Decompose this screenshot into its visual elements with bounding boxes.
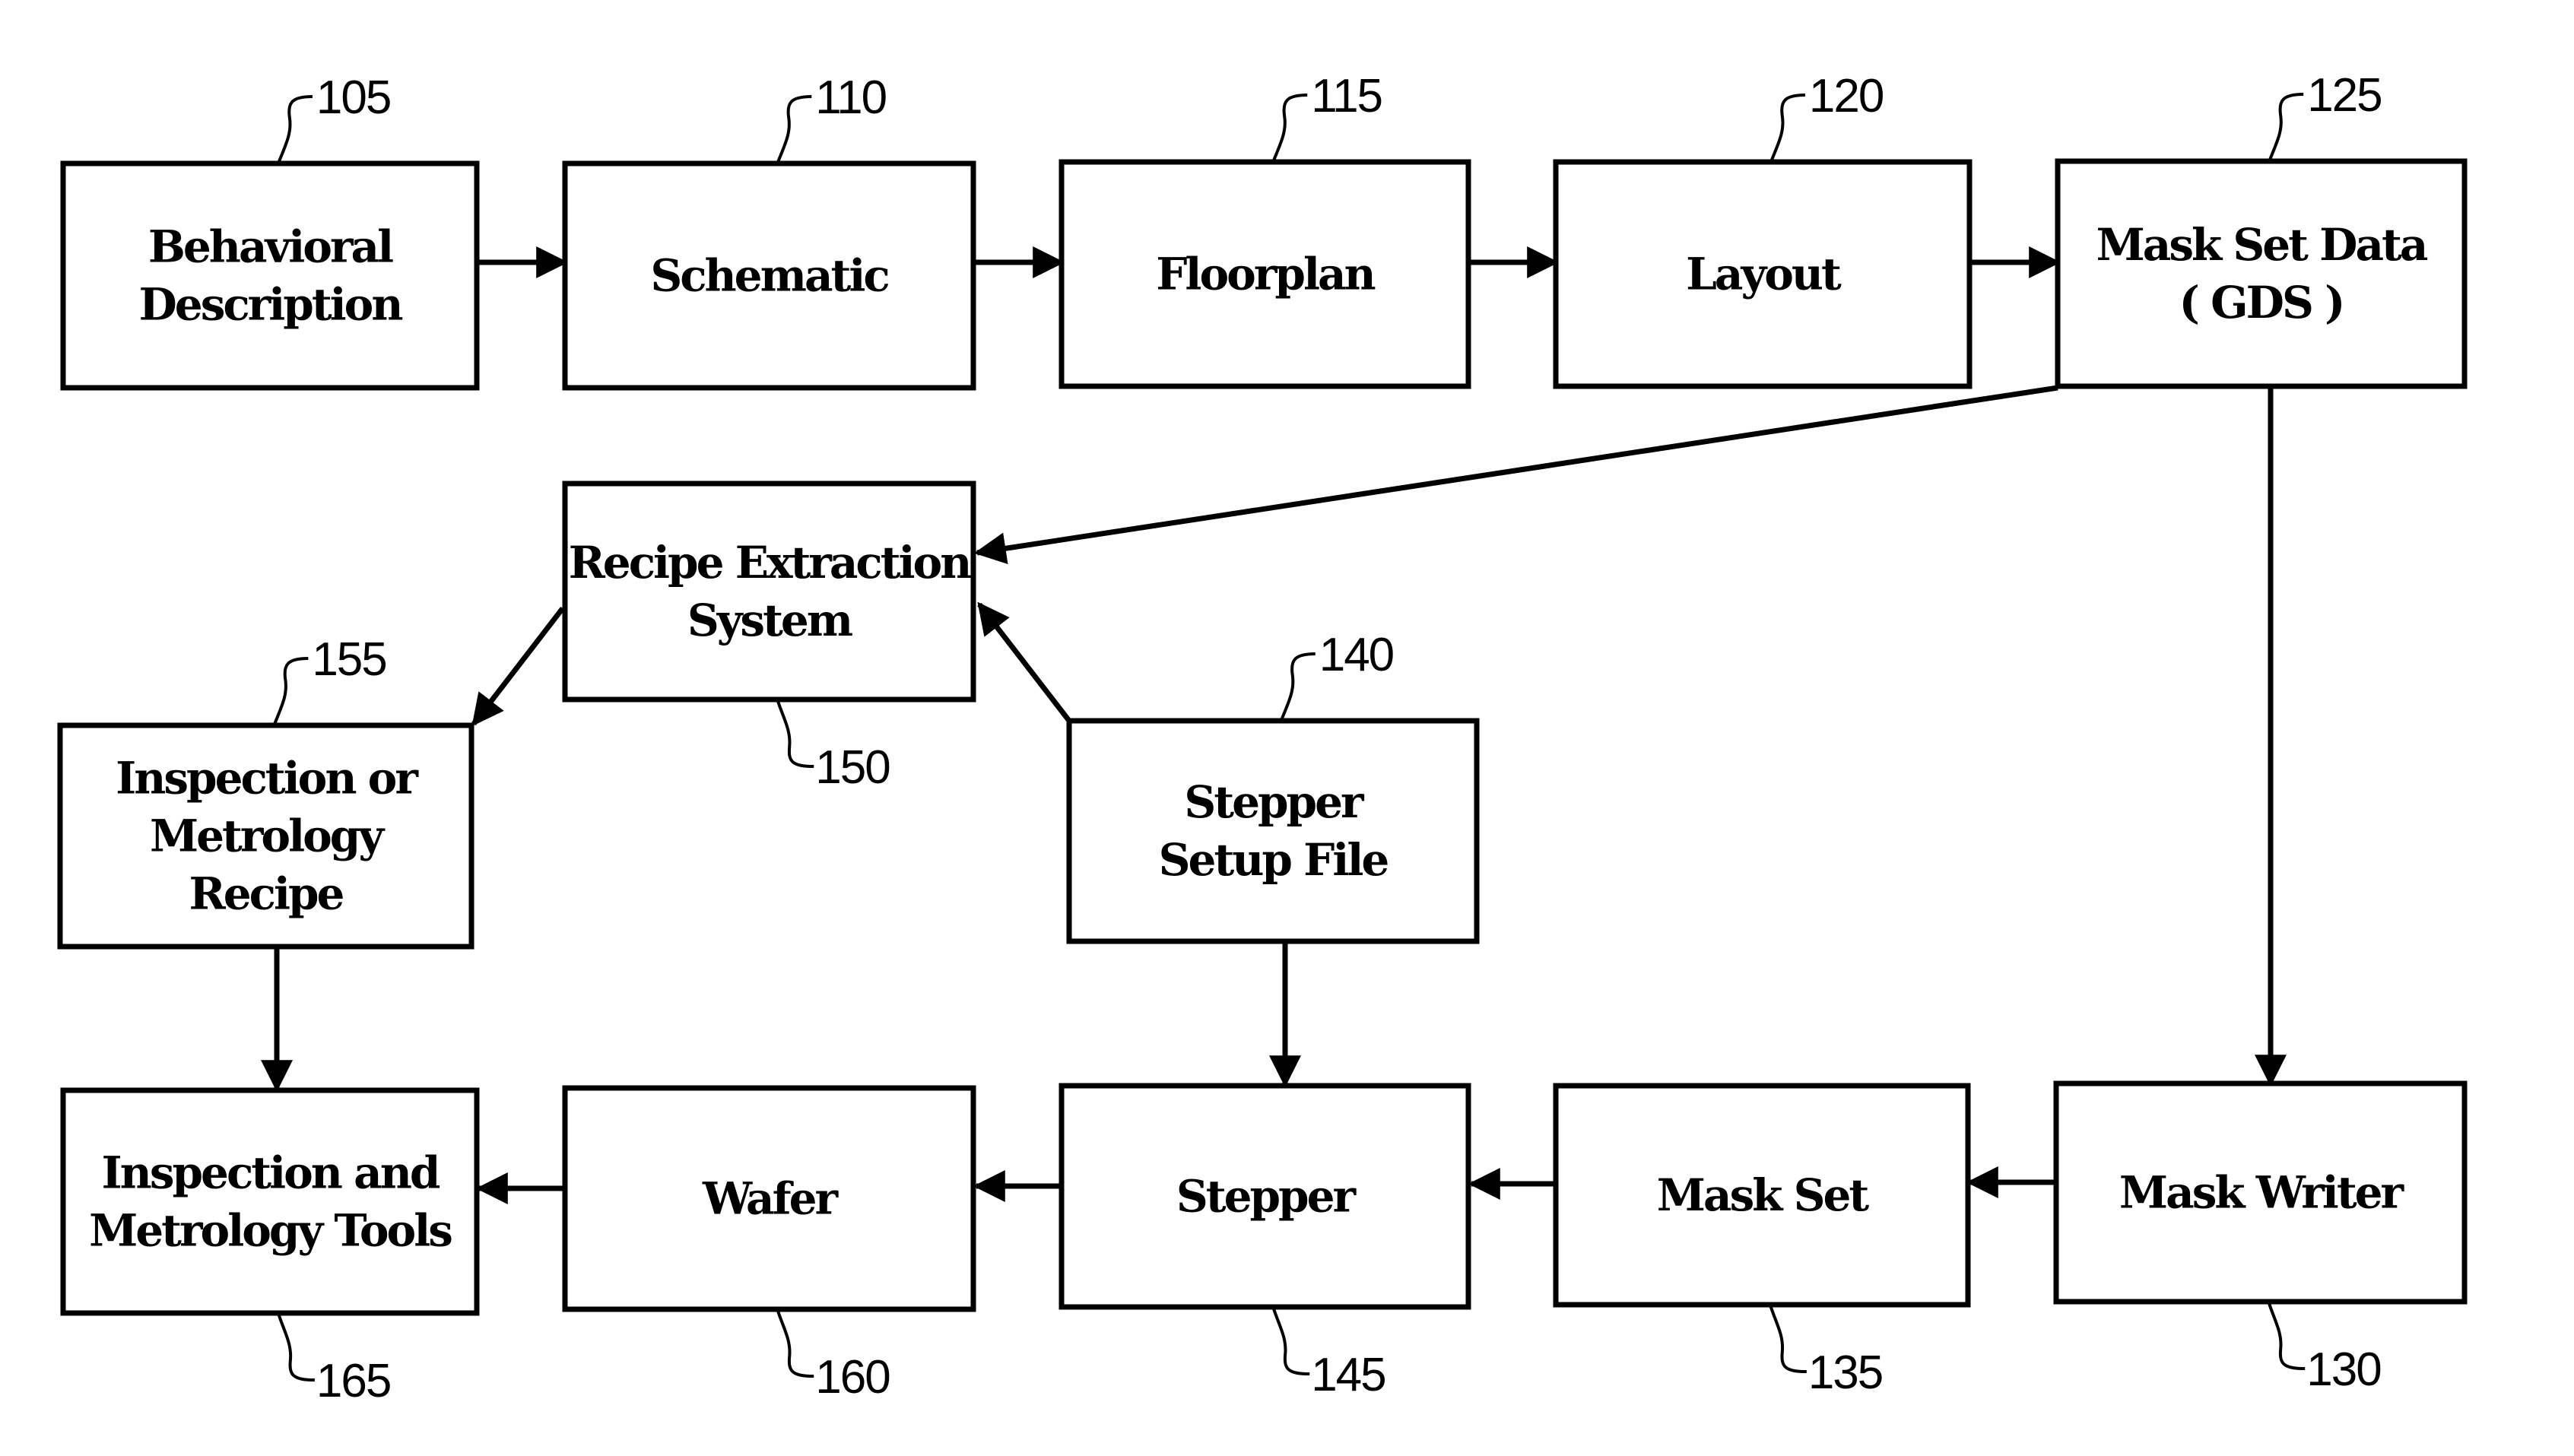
node-label-line: Setup File bbox=[1159, 834, 1389, 886]
node-120: Layout 120 bbox=[1553, 70, 1973, 389]
node-label-line: Wafer bbox=[702, 1173, 839, 1225]
flow-diagram: Behavioral Description 105 Schematic 110 Floo… bbox=[57, 69, 2468, 1407]
node-label-line: Floorplan bbox=[1156, 249, 1375, 300]
node-label-line: Recipe bbox=[189, 868, 344, 920]
reference-numeral: 150 bbox=[815, 741, 890, 794]
leader-line bbox=[776, 699, 814, 768]
node-label-line: Metrology bbox=[150, 810, 386, 862]
node-label-line: Inspection or bbox=[116, 753, 419, 804]
node-150: Recipe Extraction System 150 bbox=[562, 481, 976, 794]
node-label-line: Stepper bbox=[1176, 1171, 1357, 1223]
leader-line bbox=[2268, 93, 2304, 162]
node-box bbox=[562, 481, 976, 703]
reference-numeral: 105 bbox=[316, 71, 390, 124]
leader-line bbox=[1279, 652, 1316, 722]
reference-numeral: 110 bbox=[815, 71, 886, 124]
node-label-line: Recipe Extraction bbox=[569, 537, 972, 588]
leader-line bbox=[272, 657, 309, 726]
node-label-line: Description bbox=[139, 279, 403, 331]
edge-150-to-155 bbox=[471, 606, 565, 727]
node-label-line: Layout bbox=[1686, 249, 1842, 300]
leader-line bbox=[776, 95, 812, 164]
edge-140-to-150 bbox=[977, 601, 1071, 723]
node-135: Mask Set 135 bbox=[1553, 1083, 1971, 1399]
node-140: Stepper Setup File 140 bbox=[1066, 629, 1480, 944]
node-label-line: Metrology Tools bbox=[89, 1205, 452, 1257]
node-145: Stepper 145 bbox=[1058, 1083, 1471, 1401]
leader-line bbox=[277, 95, 313, 164]
node-box bbox=[60, 160, 480, 391]
reference-numeral: 120 bbox=[1809, 70, 1884, 122]
node-label-line: Schematic bbox=[650, 250, 888, 302]
leader-line bbox=[1768, 1304, 1807, 1373]
node-125: Mask Set Data ( GDS ) 125 bbox=[2055, 69, 2468, 389]
reference-numeral: 160 bbox=[815, 1351, 890, 1404]
node-label-line: ( GDS ) bbox=[2179, 277, 2344, 328]
node-label-line: Mask Set bbox=[1657, 1169, 1870, 1221]
leader-line bbox=[1769, 94, 1805, 163]
leader-line bbox=[1271, 1306, 1310, 1375]
node-box bbox=[60, 1087, 480, 1316]
node-105: Behavioral Description 105 bbox=[60, 71, 480, 391]
node-165: Inspection and Metrology Tools 165 bbox=[60, 1087, 480, 1407]
node-160: Wafer 160 bbox=[562, 1085, 976, 1404]
reference-numeral: 130 bbox=[2306, 1343, 2381, 1396]
node-label-line: Mask Set Data bbox=[2096, 219, 2428, 271]
edge-125-to-150 bbox=[973, 385, 2058, 565]
reference-numeral: 115 bbox=[1311, 70, 1382, 122]
node-box bbox=[1066, 718, 1480, 944]
node-130: Mask Writer 130 bbox=[2053, 1080, 2468, 1396]
node-155: Inspection or Metrology Recipe 155 bbox=[57, 633, 474, 950]
node-115: Floorplan 115 bbox=[1058, 70, 1471, 389]
node-box bbox=[2055, 158, 2468, 389]
reference-numeral: 165 bbox=[316, 1355, 390, 1407]
node-label-line: Behavioral bbox=[148, 221, 393, 273]
leader-line bbox=[1271, 94, 1308, 163]
reference-numeral: 140 bbox=[1319, 629, 1394, 681]
node-label-line: Stepper bbox=[1184, 776, 1365, 828]
reference-numeral: 125 bbox=[2307, 69, 2381, 122]
reference-numeral: 135 bbox=[1808, 1347, 1882, 1399]
reference-numeral: 145 bbox=[1311, 1349, 1385, 1401]
nodes-layer: Behavioral Description 105 Schematic 110 Floo… bbox=[57, 69, 2468, 1407]
leader-line bbox=[2267, 1301, 2306, 1370]
reference-numeral: 155 bbox=[312, 633, 386, 686]
node-110: Schematic 110 bbox=[562, 71, 976, 391]
node-label-line: Inspection and bbox=[102, 1147, 440, 1199]
node-label-line: Mask Writer bbox=[2119, 1167, 2405, 1219]
leader-line bbox=[776, 1308, 814, 1378]
node-label-line: System bbox=[687, 595, 853, 646]
leader-line bbox=[276, 1312, 315, 1381]
